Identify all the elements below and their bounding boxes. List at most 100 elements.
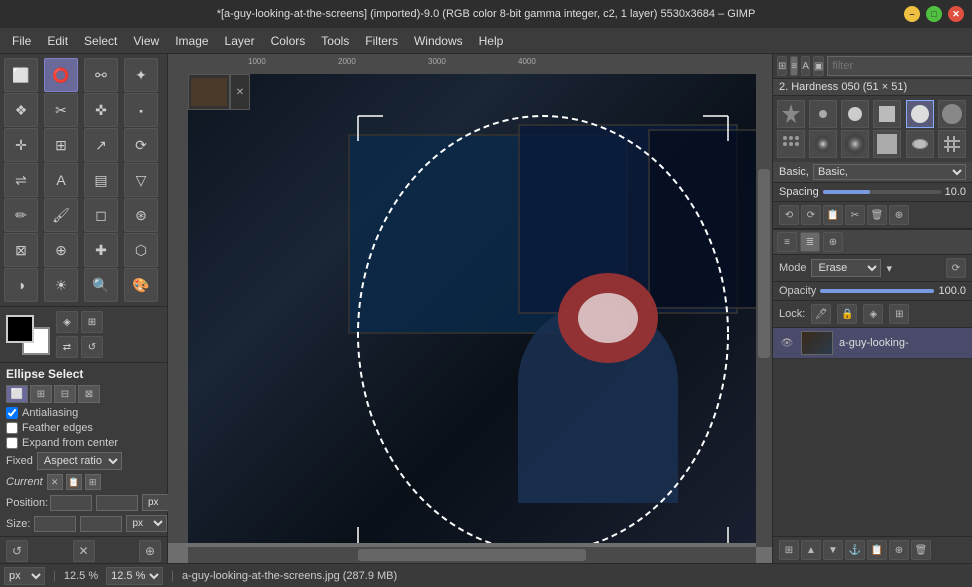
perspective-clone-tool[interactable]: ⬡ — [124, 233, 158, 267]
color-picker-tool[interactable]: 🎨 — [124, 268, 158, 302]
bucket-fill-tool[interactable]: ▤ — [84, 163, 118, 197]
lock-all-button[interactable]: ⊞ — [889, 304, 909, 324]
menu-filters[interactable]: Filters — [357, 32, 406, 50]
menu-view[interactable]: View — [125, 32, 167, 50]
current-icon-copy[interactable]: 📋 — [66, 474, 82, 490]
opacity-slider[interactable] — [820, 289, 934, 293]
antialiasing-checkbox[interactable] — [6, 407, 18, 419]
paintbrush-tool[interactable]: 🖌 — [44, 198, 78, 232]
intersect-mode-button[interactable]: ⊠ — [78, 385, 100, 403]
layer-item-0[interactable]: 👁 a-guy-looking- — [773, 328, 972, 359]
brush-action-undo[interactable]: ⟲ — [779, 205, 799, 225]
layers-tab-menu[interactable]: ≡ — [777, 232, 797, 252]
layer-visibility-eye[interactable]: 👁 — [779, 335, 795, 351]
size-h-input[interactable] — [80, 516, 122, 532]
brush-item-circle-med[interactable] — [841, 100, 869, 128]
menu-image[interactable]: Image — [167, 32, 216, 50]
text-tool[interactable]: A — [44, 163, 78, 197]
layer-action-anchor[interactable]: ⚓ — [845, 540, 865, 560]
brush-action-redo[interactable]: ⟳ — [801, 205, 821, 225]
brush-item-circle-sm[interactable] — [809, 100, 837, 128]
fuzzy-select-tool[interactable]: ✦ — [124, 58, 158, 92]
menu-file[interactable]: File — [4, 32, 39, 50]
replace-mode-button[interactable]: ⬜ — [6, 385, 28, 403]
canvas-container[interactable]: ✕ — [188, 74, 772, 543]
brush-preset-select[interactable]: Basic, Advanced — [813, 164, 966, 180]
size-unit-select[interactable]: px mm % — [126, 515, 167, 532]
ellipse-select-tool[interactable]: ⭕ — [44, 58, 78, 92]
brush-item-dots[interactable] — [777, 130, 805, 158]
brush-action-delete[interactable]: 🗑 — [867, 205, 887, 225]
brush-item-circle-hard[interactable] — [906, 100, 934, 128]
menu-windows[interactable]: Windows — [406, 32, 471, 50]
ink-tool[interactable]: ⊠ — [4, 233, 38, 267]
expand-from-center-checkbox[interactable] — [6, 437, 18, 449]
horizontal-scrollbar[interactable] — [188, 547, 756, 563]
menu-tools[interactable]: Tools — [313, 32, 357, 50]
brightness-tool[interactable]: ☀ — [44, 268, 78, 302]
brush-action-cut[interactable]: ✂ — [845, 205, 865, 225]
layer-action-down[interactable]: ▼ — [823, 540, 843, 560]
free-select-tool[interactable]: ⚯ — [84, 58, 118, 92]
flip-tool[interactable]: ⇌ — [4, 163, 38, 197]
position-y-input[interactable]: 824 — [96, 495, 138, 511]
thumbnail-close[interactable]: ✕ — [230, 74, 250, 110]
zoom-select[interactable]: 12.5 % 25 % 50 % 100 % — [106, 567, 163, 585]
brush-preview-icon[interactable]: ◈ — [56, 311, 78, 333]
foreground-color-swatch[interactable] — [6, 315, 34, 343]
lock-position-button[interactable]: 🔒 — [837, 304, 857, 324]
position-x-input[interactable]: 848 — [50, 495, 92, 511]
brush-action-copy[interactable]: 📋 — [823, 205, 843, 225]
brush-item-block[interactable] — [873, 130, 901, 158]
foreground-select-tool[interactable]: ✜ — [84, 93, 118, 127]
healing-tool[interactable]: ✚ — [84, 233, 118, 267]
layer-action-up[interactable]: ▲ — [801, 540, 821, 560]
scissors-select-tool[interactable]: ✂ — [44, 93, 78, 127]
menu-edit[interactable]: Edit — [39, 32, 76, 50]
panel-tab-icon1[interactable]: ⊞ — [777, 56, 787, 76]
brush-item-soft[interactable] — [809, 130, 837, 158]
eraser-tool[interactable]: ◻ — [84, 198, 118, 232]
layer-action-merge[interactable]: ⊕ — [889, 540, 909, 560]
zoom-tool[interactable]: 🔍 — [84, 268, 118, 302]
layer-action-new[interactable]: ⊞ — [779, 540, 799, 560]
mode-btn-undo[interactable]: ⟳ — [946, 258, 966, 278]
menu-help[interactable]: Help — [471, 32, 512, 50]
brush-item-chalk[interactable] — [906, 130, 934, 158]
undo-button[interactable]: ↺ — [6, 540, 28, 562]
lock-pixel-button[interactable]: 🖊 — [811, 304, 831, 324]
warp-tool[interactable]: ⟳ — [124, 128, 158, 162]
brush-action-new[interactable]: ⊕ — [889, 205, 909, 225]
vscroll-thumb[interactable] — [758, 169, 770, 358]
brush-item-feather[interactable] — [841, 130, 869, 158]
redo-button[interactable]: ✕ — [73, 540, 95, 562]
move-tool[interactable]: ✛ — [4, 128, 38, 162]
layer-action-delete[interactable]: 🗑 — [911, 540, 931, 560]
current-icon-close[interactable]: ✕ — [47, 474, 63, 490]
align-tool[interactable]: ⊞ — [44, 128, 78, 162]
window-controls[interactable]: – □ ✕ — [904, 6, 964, 22]
airbrush-tool[interactable]: ⊛ — [124, 198, 158, 232]
layers-tab-new[interactable]: ⊕ — [823, 232, 843, 252]
vertical-scrollbar[interactable] — [756, 74, 772, 547]
minimize-button[interactable]: – — [904, 6, 920, 22]
spacing-slider[interactable] — [823, 190, 941, 194]
layer-mode-select[interactable]: Normal Dissolve Screen Overlay Multiply … — [811, 259, 881, 277]
panel-tab-icon2[interactable]: ≡ — [790, 56, 798, 76]
color-balance-tool[interactable]: ◑ — [4, 268, 38, 302]
clone-tool[interactable]: ⊕ — [44, 233, 78, 267]
size-w-input[interactable] — [34, 516, 76, 532]
swap-colors-icon[interactable]: ⇄ — [56, 336, 78, 358]
add-mode-button[interactable]: ⊞ — [30, 385, 52, 403]
color-swatches[interactable] — [6, 315, 50, 355]
feather-edges-checkbox[interactable] — [6, 422, 18, 434]
panel-tab-icon4[interactable]: ▣ — [813, 56, 824, 76]
brush-item-star[interactable] — [777, 100, 805, 128]
menu-layer[interactable]: Layer — [217, 32, 263, 50]
rectangle-select-tool[interactable]: ⬜ — [4, 58, 38, 92]
blend-tool[interactable]: ▽ — [124, 163, 158, 197]
layers-tab-list[interactable]: ≣ — [800, 232, 820, 252]
menu-select[interactable]: Select — [76, 32, 125, 50]
hscroll-thumb[interactable] — [358, 549, 585, 561]
close-button[interactable]: ✕ — [948, 6, 964, 22]
